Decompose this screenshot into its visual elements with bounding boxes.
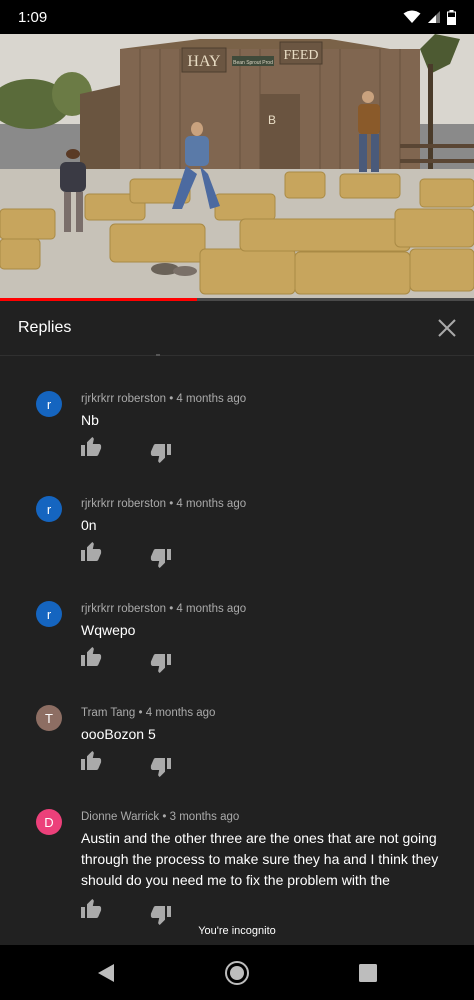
thumbs-down-icon[interactable] xyxy=(149,546,173,570)
meta-separator: • xyxy=(169,603,174,615)
video-sign-hay: HAY xyxy=(187,53,221,70)
comment-time: 3 months ago xyxy=(169,811,240,823)
avatar[interactable]: r xyxy=(36,391,62,417)
back-icon[interactable] xyxy=(92,959,120,987)
thumbs-up-icon[interactable] xyxy=(79,645,103,669)
home-icon[interactable] xyxy=(223,959,251,987)
comment-time: 4 months ago xyxy=(176,498,247,510)
meta-separator: • xyxy=(138,707,143,719)
video-sign-small: Bean Sprout Prod xyxy=(233,60,273,66)
thumbs-down-icon[interactable] xyxy=(149,755,173,779)
comment-time: 4 months ago xyxy=(145,707,216,719)
thumbs-up-icon[interactable] xyxy=(79,897,103,921)
comment-author[interactable]: rjrkrkrr roberston xyxy=(81,393,166,405)
comment-text: Austin and the other three are the ones … xyxy=(81,830,439,888)
comment-meta: rjrkrkrr roberston • 4 months ago xyxy=(81,498,246,510)
replies-panel: Replies r rjrkrkrr roberston • 4 months … xyxy=(0,301,474,945)
replies-title: Replies xyxy=(18,319,72,336)
recents-icon[interactable] xyxy=(354,959,382,987)
incognito-label: You're incognito xyxy=(198,925,276,937)
comment-meta: rjrkrkrr roberston • 4 months ago xyxy=(81,603,246,615)
svg-text:B: B xyxy=(268,113,276,127)
comment-text: oooBozon 5 xyxy=(81,726,156,742)
avatar[interactable]: r xyxy=(36,601,62,627)
comment-author[interactable]: Tram Tang xyxy=(81,707,135,719)
comment-text: Nb xyxy=(81,412,99,428)
avatar[interactable]: D xyxy=(36,809,62,835)
status-bar: 1:09 xyxy=(0,0,474,34)
meta-separator: • xyxy=(169,498,174,510)
thumbs-up-icon[interactable] xyxy=(79,749,103,773)
comment-text: 0n xyxy=(81,517,97,533)
navigation-bar xyxy=(0,945,474,1000)
comment-meta: Tram Tang • 4 months ago xyxy=(81,707,215,719)
thumbs-down-icon[interactable] xyxy=(149,441,173,465)
wifi-icon xyxy=(403,10,421,23)
comment-meta: rjrkrkrr roberston • 4 months ago xyxy=(81,393,246,405)
thumbs-up-icon[interactable] xyxy=(79,435,103,459)
video-player[interactable]: HAY FEED Bean Sprout Prod B xyxy=(0,34,474,300)
comment-author[interactable]: Dionne Warrick xyxy=(81,811,159,823)
comment-meta: Dionne Warrick • 3 months ago xyxy=(81,811,239,823)
close-icon[interactable] xyxy=(436,317,458,339)
comment-time: 4 months ago xyxy=(176,603,247,615)
battery-icon xyxy=(447,9,456,25)
comment-text: Wqwepo xyxy=(81,622,136,638)
thumbs-up-icon[interactable] xyxy=(79,540,103,564)
status-time: 1:09 xyxy=(18,8,48,26)
video-sign-feed: FEED xyxy=(284,48,319,63)
avatar[interactable]: r xyxy=(36,496,62,522)
comment-time: 4 months ago xyxy=(176,393,247,405)
status-icons xyxy=(403,9,456,25)
replies-header: Replies xyxy=(0,301,474,356)
meta-separator: • xyxy=(162,811,167,823)
comment-author[interactable]: rjrkrkrr roberston xyxy=(81,603,166,615)
meta-separator: • xyxy=(169,393,174,405)
avatar[interactable]: T xyxy=(36,705,62,731)
thumbs-down-icon[interactable] xyxy=(149,651,173,675)
scroll-indicator xyxy=(156,354,160,356)
comment-author[interactable]: rjrkrkrr roberston xyxy=(81,498,166,510)
signal-icon xyxy=(428,11,440,23)
video-frame: HAY FEED Bean Sprout Prod B xyxy=(0,34,474,300)
thumbs-down-icon[interactable] xyxy=(149,903,173,927)
